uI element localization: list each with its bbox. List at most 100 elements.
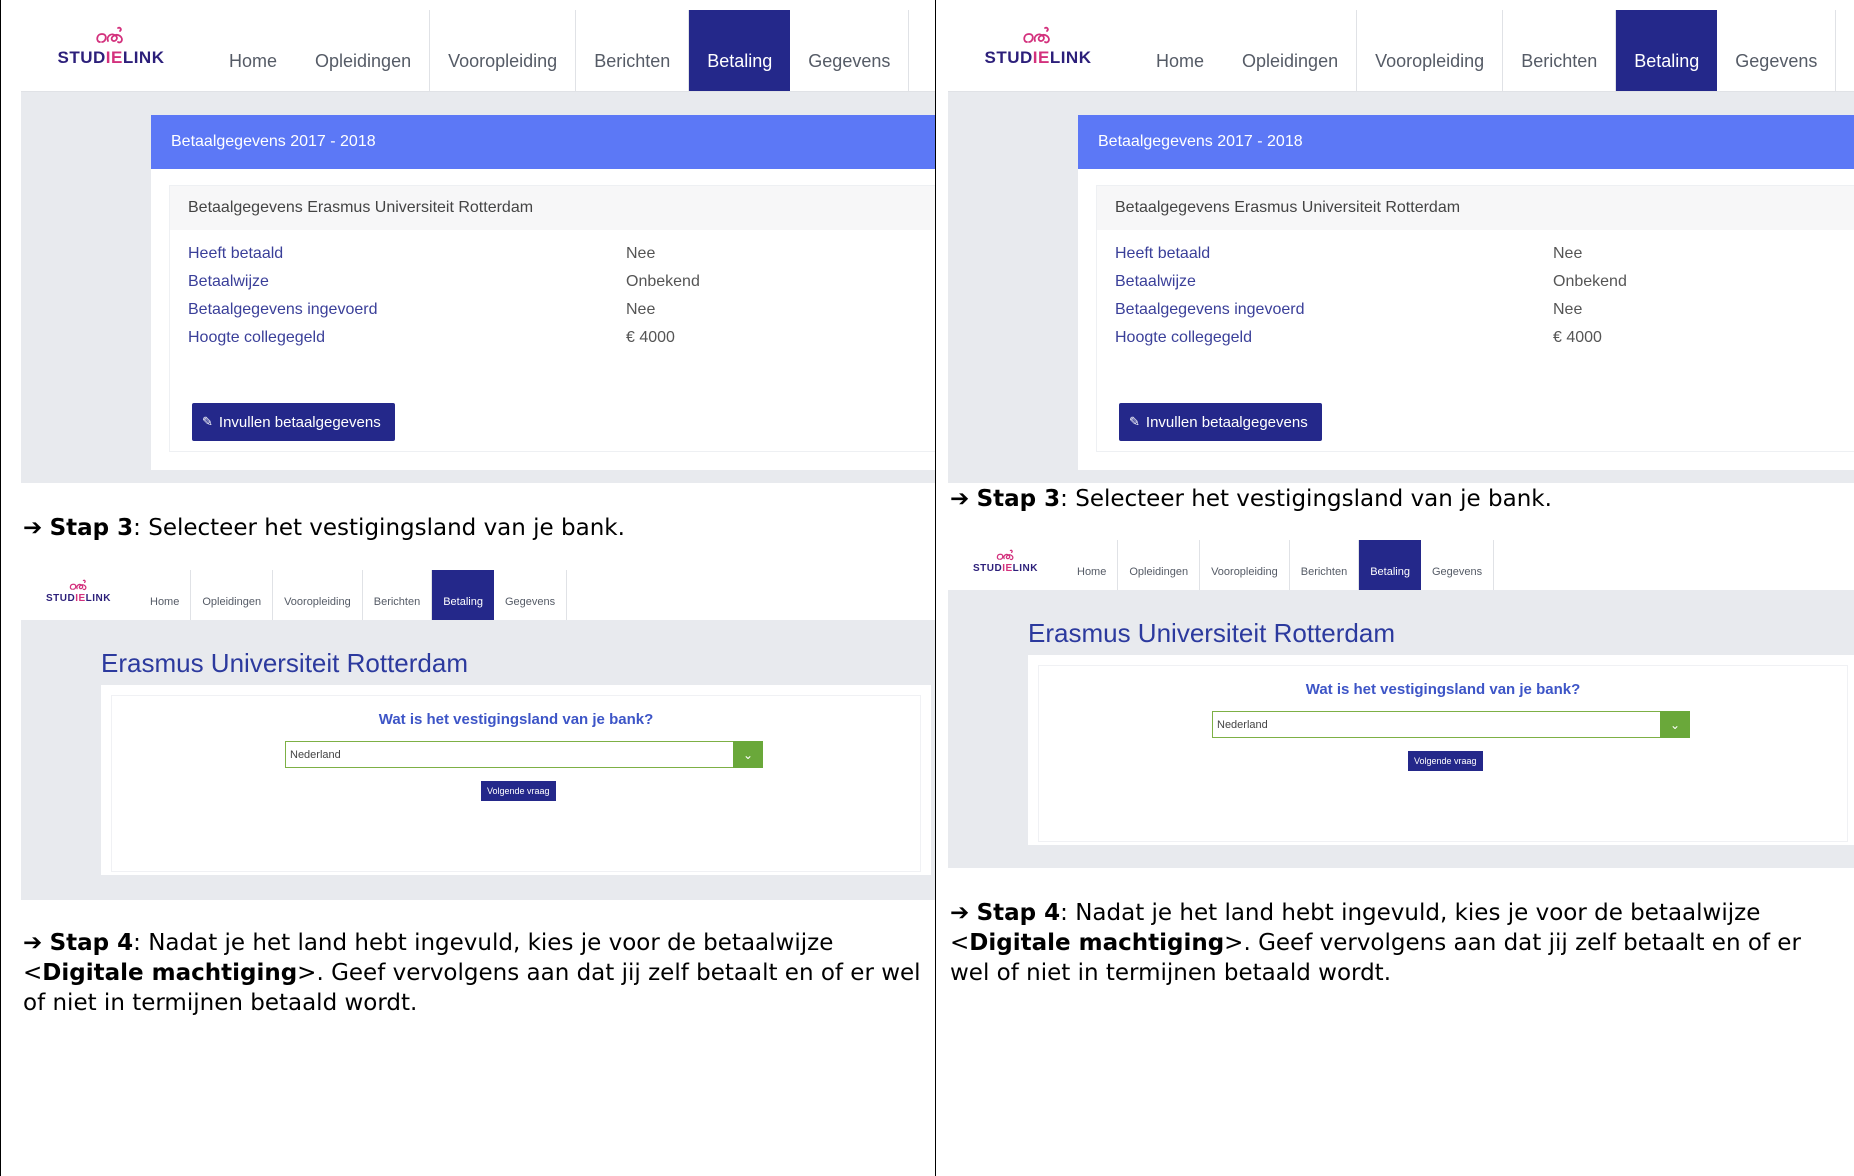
tab-vooropleiding[interactable]: Vooropleiding <box>430 10 577 91</box>
tab-home[interactable]: Home <box>1066 540 1119 590</box>
tab-betaling[interactable]: Betaling <box>1616 10 1718 91</box>
step4-bold: Digitale machtiging <box>42 960 298 986</box>
value-betaalgegevens-ingevoerd: Nee <box>1553 301 1583 318</box>
tab-gegevens[interactable]: Gegevens <box>1717 10 1837 91</box>
pencil-icon: ✎ <box>202 414 213 429</box>
bank-country-value: Nederland <box>1217 718 1268 731</box>
tab-opleidingen[interactable]: Opleidingen <box>1118 540 1201 590</box>
chevron-down-icon[interactable]: ⌄ <box>1660 711 1690 738</box>
tab-home[interactable]: Home <box>211 10 297 91</box>
top-navbar: STUDIELINK Home Opleidingen Vooropleidin… <box>948 10 1854 92</box>
nav-tabs: Home Opleidingen Vooropleiding Berichten… <box>211 10 910 91</box>
tab-opleidingen[interactable]: Opleidingen <box>191 570 274 620</box>
step3-text: : Selecteer het vestigingsland van je ba… <box>1060 486 1552 512</box>
step3-text: : Selecteer het vestigingsland van je ba… <box>133 515 625 541</box>
arrow-icon: ➔ <box>950 486 970 512</box>
value-hoogte-collegegeld: € 4000 <box>626 329 675 346</box>
tab-berichten[interactable]: Berichten <box>1290 540 1360 590</box>
step3-label: Stap 3 <box>49 515 134 541</box>
tab-opleidingen[interactable]: Opleidingen <box>297 10 431 91</box>
payment-subcard: Betaalgegevens Erasmus Universiteit Rott… <box>1096 185 1854 452</box>
payment-subcard-title: Betaalgegevens Erasmus Universiteit Rott… <box>1097 186 1854 230</box>
tab-berichten[interactable]: Berichten <box>576 10 690 91</box>
label-betaalwijze: Betaalwijze <box>1115 273 1196 290</box>
next-question-button[interactable]: Volgende vraag <box>1408 751 1483 771</box>
screenshot-payment-details: STUDIELINK Home Opleidingen Vooropleidin… <box>948 10 1854 483</box>
tab-berichten[interactable]: Berichten <box>363 570 433 620</box>
university-title: Erasmus Universiteit Rotterdam <box>1028 618 1395 648</box>
tab-gegevens[interactable]: Gegevens <box>790 10 910 91</box>
bank-country-select[interactable]: Nederland ⌄ <box>1212 711 1690 738</box>
tab-gegevens[interactable]: Gegevens <box>1421 540 1495 590</box>
document-column-right: STUDIELINK Home Opleidingen Vooropleidin… <box>935 0 1854 1176</box>
payment-card: Betaalgegevens 2017 - 2018 Betaalgegeven… <box>1078 115 1854 470</box>
studielink-swirl-icon <box>996 549 1013 561</box>
nav-tabs-small: Home Opleidingen Vooropleiding Berichten… <box>1066 540 1495 590</box>
top-navbar-small: STUDIELINK Home Opleidingen Vooropleidin… <box>21 570 936 620</box>
payment-subcard: Betaalgegevens Erasmus Universiteit Rott… <box>169 185 936 452</box>
tab-gegevens[interactable]: Gegevens <box>494 570 568 620</box>
studielink-logo[interactable]: STUDIELINK <box>51 24 171 68</box>
fill-payment-details-button[interactable]: ✎ Invullen betaalgegevens <box>192 403 395 441</box>
label-heeft-betaald: Heeft betaald <box>1115 245 1211 262</box>
arrow-icon: ➔ <box>950 900 970 926</box>
tab-berichten[interactable]: Berichten <box>1503 10 1617 91</box>
tab-betaling[interactable]: Betaling <box>432 570 494 620</box>
value-heeft-betaald: Nee <box>626 245 656 262</box>
fill-payment-details-label: Invullen betaalgegevens <box>218 413 381 431</box>
nav-tabs: Home Opleidingen Vooropleiding Berichten… <box>1138 10 1837 91</box>
step4-instruction: ➔ Stap 4: Nadat je het land hebt ingevul… <box>23 928 928 1018</box>
university-title: Erasmus Universiteit Rotterdam <box>101 648 468 678</box>
tab-home[interactable]: Home <box>139 570 192 620</box>
fill-payment-details-button[interactable]: ✎ Invullen betaalgegevens <box>1119 403 1322 441</box>
tab-betaling[interactable]: Betaling <box>1359 540 1421 590</box>
payment-subcard-title: Betaalgegevens Erasmus Universiteit Rott… <box>170 186 936 230</box>
value-betaalwijze: Onbekend <box>1553 273 1627 290</box>
country-form: Wat is het vestigingsland van je bank? N… <box>111 695 921 872</box>
label-betaalgegevens-ingevoerd: Betaalgegevens ingevoerd <box>1115 301 1305 318</box>
bank-country-value: Nederland <box>290 748 341 761</box>
tab-vooropleiding[interactable]: Vooropleiding <box>1200 540 1290 590</box>
value-heeft-betaald: Nee <box>1553 245 1583 262</box>
value-hoogte-collegegeld: € 4000 <box>1553 329 1602 346</box>
tab-home[interactable]: Home <box>1138 10 1224 91</box>
studielink-swirl-icon <box>96 26 123 44</box>
step3-label: Stap 3 <box>976 486 1061 512</box>
studielink-swirl-icon <box>1023 26 1050 44</box>
studielink-swirl-icon <box>69 579 86 591</box>
screenshot-bank-country: STUDIELINK Home Opleidingen Vooropleidin… <box>21 570 936 900</box>
arrow-icon: ➔ <box>23 515 43 541</box>
value-betaalwijze: Onbekend <box>626 273 700 290</box>
tab-vooropleiding[interactable]: Vooropleiding <box>273 570 363 620</box>
label-hoogte-collegegeld: Hoogte collegegeld <box>1115 329 1252 346</box>
country-form: Wat is het vestigingsland van je bank? N… <box>1038 665 1848 842</box>
logo-wordmark: STUDIELINK <box>45 593 112 604</box>
bank-country-select[interactable]: Nederland ⌄ <box>285 741 763 768</box>
label-betaalgegevens-ingevoerd: Betaalgegevens ingevoerd <box>188 301 378 318</box>
logo-wordmark: STUDIELINK <box>972 563 1039 574</box>
logo-wordmark: STUDIELINK <box>57 48 165 67</box>
chevron-down-icon[interactable]: ⌄ <box>733 741 763 768</box>
screenshot-bank-country: STUDIELINK Home Opleidingen Vooropleidin… <box>948 540 1854 868</box>
studielink-logo-small[interactable]: STUDIELINK <box>968 548 1043 574</box>
payment-card-title: Betaalgegevens 2017 - 2018 <box>151 115 936 169</box>
payment-card: Betaalgegevens 2017 - 2018 Betaalgegeven… <box>151 115 936 470</box>
step4-label: Stap 4 <box>976 900 1061 926</box>
fill-payment-details-label: Invullen betaalgegevens <box>1145 413 1308 431</box>
step4-instruction: ➔ Stap 4: Nadat je het land hebt ingevul… <box>950 898 1845 988</box>
tab-vooropleiding[interactable]: Vooropleiding <box>1357 10 1504 91</box>
studielink-logo-small[interactable]: STUDIELINK <box>41 578 116 604</box>
next-question-button[interactable]: Volgende vraag <box>481 781 556 801</box>
country-panel: Wat is het vestigingsland van je bank? N… <box>101 685 931 875</box>
studielink-logo[interactable]: STUDIELINK <box>978 24 1098 68</box>
label-hoogte-collegegeld: Hoogte collegegeld <box>188 329 325 346</box>
payment-card-title: Betaalgegevens 2017 - 2018 <box>1078 115 1854 169</box>
step4-bold: Digitale machtiging <box>969 930 1225 956</box>
tab-opleidingen[interactable]: Opleidingen <box>1224 10 1358 91</box>
step3-instruction: ➔ Stap 3: Selecteer het vestigingsland v… <box>23 513 923 543</box>
tab-betaling[interactable]: Betaling <box>689 10 791 91</box>
bank-country-question: Wat is het vestigingsland van je bank? <box>1305 681 1581 698</box>
top-navbar: STUDIELINK Home Opleidingen Vooropleidin… <box>21 10 936 92</box>
logo-wordmark: STUDIELINK <box>984 48 1092 67</box>
value-betaalgegevens-ingevoerd: Nee <box>626 301 656 318</box>
